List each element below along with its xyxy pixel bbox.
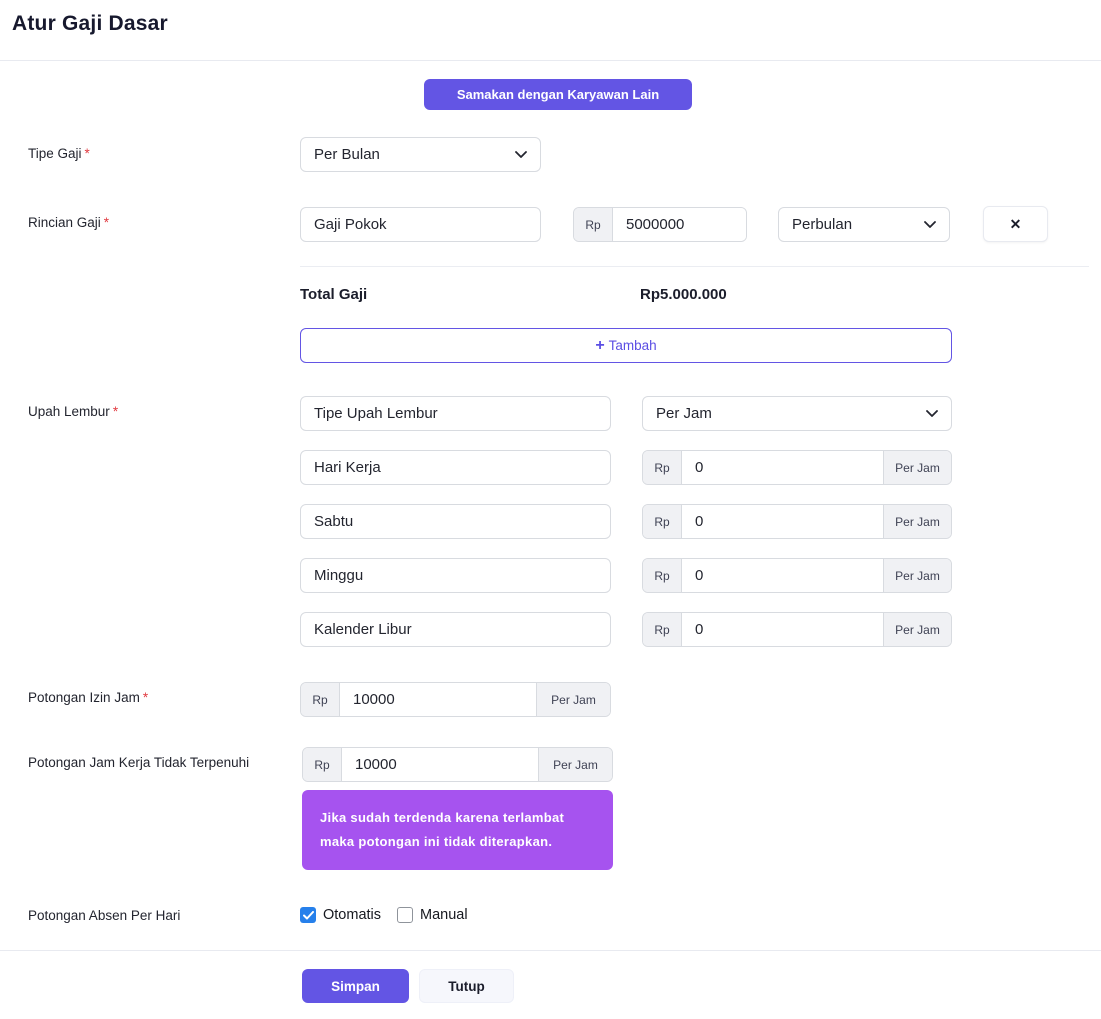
lembur-row-amount-input[interactable] [682,613,883,646]
currency-prefix-addon: Rp [643,451,682,484]
header-divider [0,60,1101,61]
currency-prefix-addon: Rp [574,208,613,241]
upah-lembur-period-select[interactable]: Per Jam [642,396,952,431]
potongan-absen-options: Otomatis Manual [300,907,468,923]
rincian-gaji-amount-group: Rp [573,207,747,242]
page-title: Atur Gaji Dasar [12,12,168,36]
info-line-1: Jika sudah terdenda karena terlambat [320,806,595,830]
tipe-gaji-selected-value: Per Bulan [314,146,380,163]
lembur-row-amount-group: Rp Per Jam [642,450,952,485]
checkbox-checked-icon[interactable] [300,907,316,923]
required-asterisk: * [143,690,148,705]
tambah-button[interactable]: + Tambah [300,328,952,363]
unit-addon: Per Jam [538,748,612,781]
total-gaji-label: Total Gaji [300,286,367,303]
info-line-2: maka potongan ini tidak diterapkan. [320,830,595,854]
potongan-jam-kerja-group: Rp Per Jam [302,747,613,782]
simpan-button[interactable]: Simpan [302,969,409,1003]
lembur-row-name-input[interactable] [300,612,611,647]
rincian-gaji-period-select[interactable]: Perbulan [778,207,950,242]
required-asterisk: * [104,215,109,230]
rincian-gaji-name-input[interactable] [300,207,541,242]
tambah-button-label: Tambah [609,338,657,353]
potongan-jam-kerja-label: Potongan Jam Kerja Tidak Terpenuhi [28,755,249,770]
unit-addon: Per Jam [883,559,951,592]
upah-lembur-label: Upah Lembur* [28,404,118,419]
tipe-gaji-select[interactable]: Per Bulan [300,137,541,172]
simpan-button-label: Simpan [331,979,380,994]
lembur-row-amount-input[interactable] [682,505,883,538]
tutup-button[interactable]: Tutup [419,969,514,1003]
potongan-jam-kerja-input[interactable] [342,748,538,781]
lembur-row-amount-input[interactable] [682,559,883,592]
unit-addon: Per Jam [883,451,951,484]
tipe-gaji-label: Tipe Gaji* [28,146,90,161]
chevron-down-icon [926,410,938,418]
otomatis-option-label: Otomatis [323,907,381,923]
lembur-row-amount-group: Rp Per Jam [642,504,952,539]
rincian-gaji-period-value: Perbulan [792,216,852,233]
chevron-down-icon [515,151,527,159]
currency-prefix-addon: Rp [643,505,682,538]
atur-gaji-dasar-form: Atur Gaji Dasar Samakan dengan Karyawan … [0,0,1101,1019]
tipe-upah-lembur-input[interactable] [300,396,611,431]
upah-lembur-period-value: Per Jam [656,405,712,422]
potongan-izin-jam-input[interactable] [340,683,536,716]
lembur-row-name-input[interactable] [300,558,611,593]
remove-rincian-button[interactable]: ✕ [983,206,1048,242]
rincian-gaji-label: Rincian Gaji* [28,215,109,230]
potongan-izin-jam-label: Potongan Izin Jam* [28,690,148,705]
lembur-row-amount-group: Rp Per Jam [642,612,952,647]
manual-option[interactable]: Manual [397,907,468,923]
unit-addon: Per Jam [883,505,951,538]
potongan-info-box: Jika sudah terdenda karena terlambat mak… [302,790,613,870]
unit-addon: Per Jam [536,683,610,716]
currency-prefix-addon: Rp [301,683,340,716]
plus-icon: + [595,338,604,354]
rincian-gaji-amount-input[interactable] [613,208,746,241]
lembur-row-name-input[interactable] [300,504,611,539]
unit-addon: Per Jam [883,613,951,646]
checkbox-unchecked-icon[interactable] [397,907,413,923]
lembur-row-amount-group: Rp Per Jam [642,558,952,593]
manual-option-label: Manual [420,907,468,923]
chevron-down-icon [924,221,936,229]
tutup-button-label: Tutup [448,979,484,994]
samakan-button-label: Samakan dengan Karyawan Lain [457,87,659,102]
required-asterisk: * [85,146,90,161]
currency-prefix-addon: Rp [643,559,682,592]
total-gaji-value: Rp5.000.000 [640,286,727,303]
lembur-row-amount-input[interactable] [682,451,883,484]
required-asterisk: * [113,404,118,419]
otomatis-option[interactable]: Otomatis [300,907,381,923]
currency-prefix-addon: Rp [643,613,682,646]
samakan-dengan-karyawan-lain-button[interactable]: Samakan dengan Karyawan Lain [424,79,692,110]
checkmark-icon [303,911,314,920]
currency-prefix-addon: Rp [303,748,342,781]
potongan-absen-label: Potongan Absen Per Hari [28,908,180,923]
potongan-izin-jam-group: Rp Per Jam [300,682,611,717]
close-icon: ✕ [1010,216,1022,233]
rincian-divider [300,266,1089,267]
lembur-row-name-input[interactable] [300,450,611,485]
footer-divider [0,950,1101,951]
